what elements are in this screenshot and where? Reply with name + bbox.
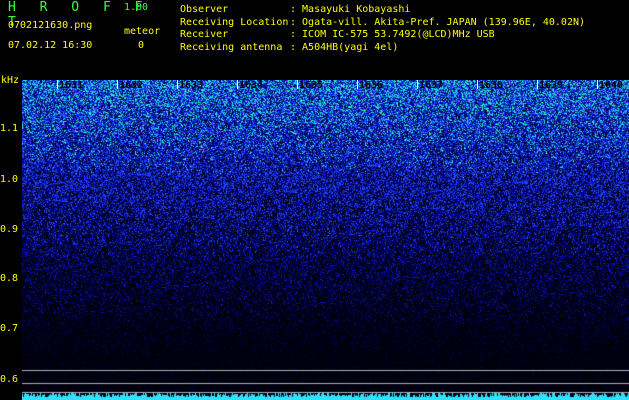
time-tick-label: 1633 <box>179 80 204 91</box>
y-tick-label: 0.7 <box>0 323 19 334</box>
info-row-antenna: Receiving antenna : A504HB(yagi 4el) <box>180 42 585 55</box>
y-tick-label: 0.6 <box>0 374 19 385</box>
y-tick-label: 1.0 <box>0 174 19 185</box>
time-tick-label: 1637 <box>419 80 444 91</box>
info-row-location: Receiving Location : Ogata-vill. Akita-P… <box>180 17 585 30</box>
time-tick-mark <box>237 80 238 89</box>
info-label: Observer <box>180 4 229 15</box>
info-row-observer: Observer : Masayuki Kobayashi <box>180 4 585 17</box>
time-tick-label: 1634 <box>239 80 264 91</box>
frequency-unit: kHz <box>1 75 20 86</box>
spectrogram <box>22 80 629 400</box>
info-value: : A504HB(yagi 4el) <box>290 41 399 53</box>
app-version: 1.00 <box>124 2 149 13</box>
time-tick-mark <box>477 80 478 89</box>
mode-label: meteor <box>124 26 161 37</box>
time-tick-label: 1631 <box>59 80 84 91</box>
info-label: Receiver <box>180 29 229 40</box>
time-tick-mark <box>597 80 598 89</box>
info-value: : Ogata-vill. Akita-Pref. JAPAN (139.96E… <box>290 16 586 28</box>
meteor-count: 0 <box>138 40 145 51</box>
time-tick-mark <box>297 80 298 89</box>
header-left: H R O F F T 1.00 0702121630.png meteor 0… <box>0 0 170 70</box>
time-tick-label: 1639 <box>539 80 564 91</box>
y-tick-label: 0.8 <box>0 273 19 284</box>
time-tick-label: 1632 <box>119 80 144 91</box>
info-value: : ICOM IC-575 53.7492(@LCD)MHz USB <box>290 29 495 40</box>
time-tick-label: 1640 <box>599 80 624 91</box>
station-info: Observer : Masayuki Kobayashi Receiving … <box>180 4 585 54</box>
time-tick-mark <box>357 80 358 89</box>
info-value: : Masayuki Kobayashi <box>290 4 411 15</box>
time-tick-mark <box>537 80 538 89</box>
time-tick-label: 1638 <box>479 80 504 91</box>
time-tick-label: 1635 <box>299 80 324 91</box>
time-tick-mark <box>417 80 418 89</box>
info-row-receiver: Receiver : ICOM IC-575 53.7492(@LCD)MHz … <box>180 29 585 42</box>
y-tick-label: 1.1 <box>0 123 19 134</box>
file-datetime: 07.02.12 16:30 <box>8 40 93 51</box>
time-tick-mark <box>57 80 58 89</box>
time-tick-label: 1636 <box>359 80 384 91</box>
time-tick-mark <box>177 80 178 89</box>
info-label: Receiving Location <box>180 16 289 28</box>
time-tick-mark <box>117 80 118 89</box>
file-name: 0702121630.png <box>8 20 93 31</box>
y-tick-label: 0.9 <box>0 224 19 235</box>
info-label: Receiving antenna <box>180 41 283 53</box>
